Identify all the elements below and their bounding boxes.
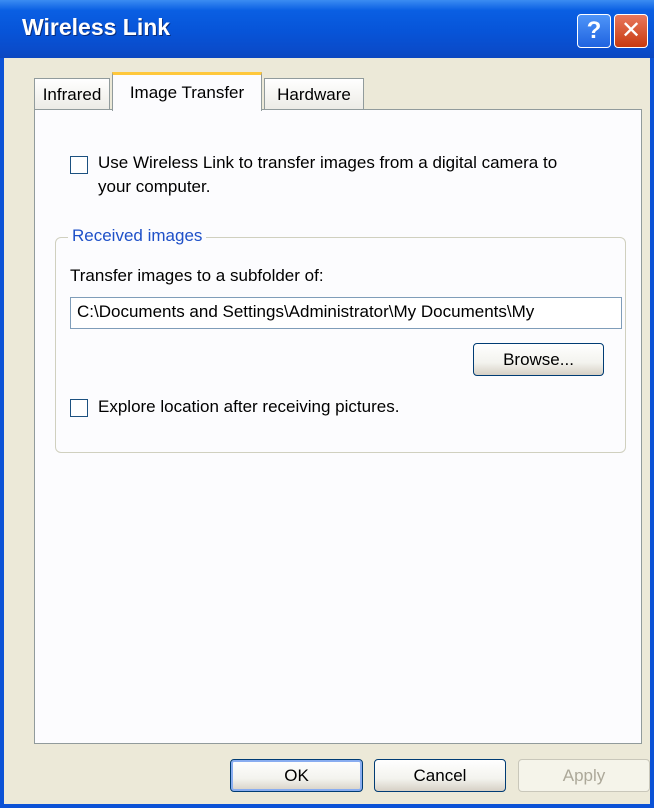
explore-location-checkbox[interactable] xyxy=(70,399,88,417)
apply-button: Apply xyxy=(518,759,650,792)
cancel-button[interactable]: Cancel xyxy=(374,759,506,792)
explore-location-label[interactable]: Explore location after receiving picture… xyxy=(98,397,399,417)
subfolder-label: Transfer images to a subfolder of: xyxy=(70,266,324,285)
help-icon: ? xyxy=(586,17,602,44)
ok-button[interactable]: OK xyxy=(230,759,363,792)
image-transfer-panel: Use Wireless Link to transfer images fro… xyxy=(34,109,642,744)
use-wireless-link-label-line2[interactable]: your computer. xyxy=(98,177,210,197)
tab-infrared[interactable]: Infrared xyxy=(34,78,110,110)
close-button[interactable]: ✕ xyxy=(614,14,648,48)
title-bar[interactable]: Wireless Link ? ✕ xyxy=(0,0,654,58)
use-wireless-link-label-line1[interactable]: Use Wireless Link to transfer images fro… xyxy=(98,153,557,173)
use-wireless-link-checkbox[interactable] xyxy=(70,156,88,174)
close-icon: ✕ xyxy=(620,17,642,44)
tab-image-transfer[interactable]: Image Transfer xyxy=(112,72,262,111)
help-button[interactable]: ? xyxy=(577,14,611,48)
window-title: Wireless Link xyxy=(22,14,171,40)
browse-button[interactable]: Browse... xyxy=(473,343,604,376)
received-images-title: Received images xyxy=(68,226,207,246)
tab-hardware[interactable]: Hardware xyxy=(264,78,364,110)
destination-path-field[interactable]: C:\Documents and Settings\Administrator\… xyxy=(70,297,622,329)
